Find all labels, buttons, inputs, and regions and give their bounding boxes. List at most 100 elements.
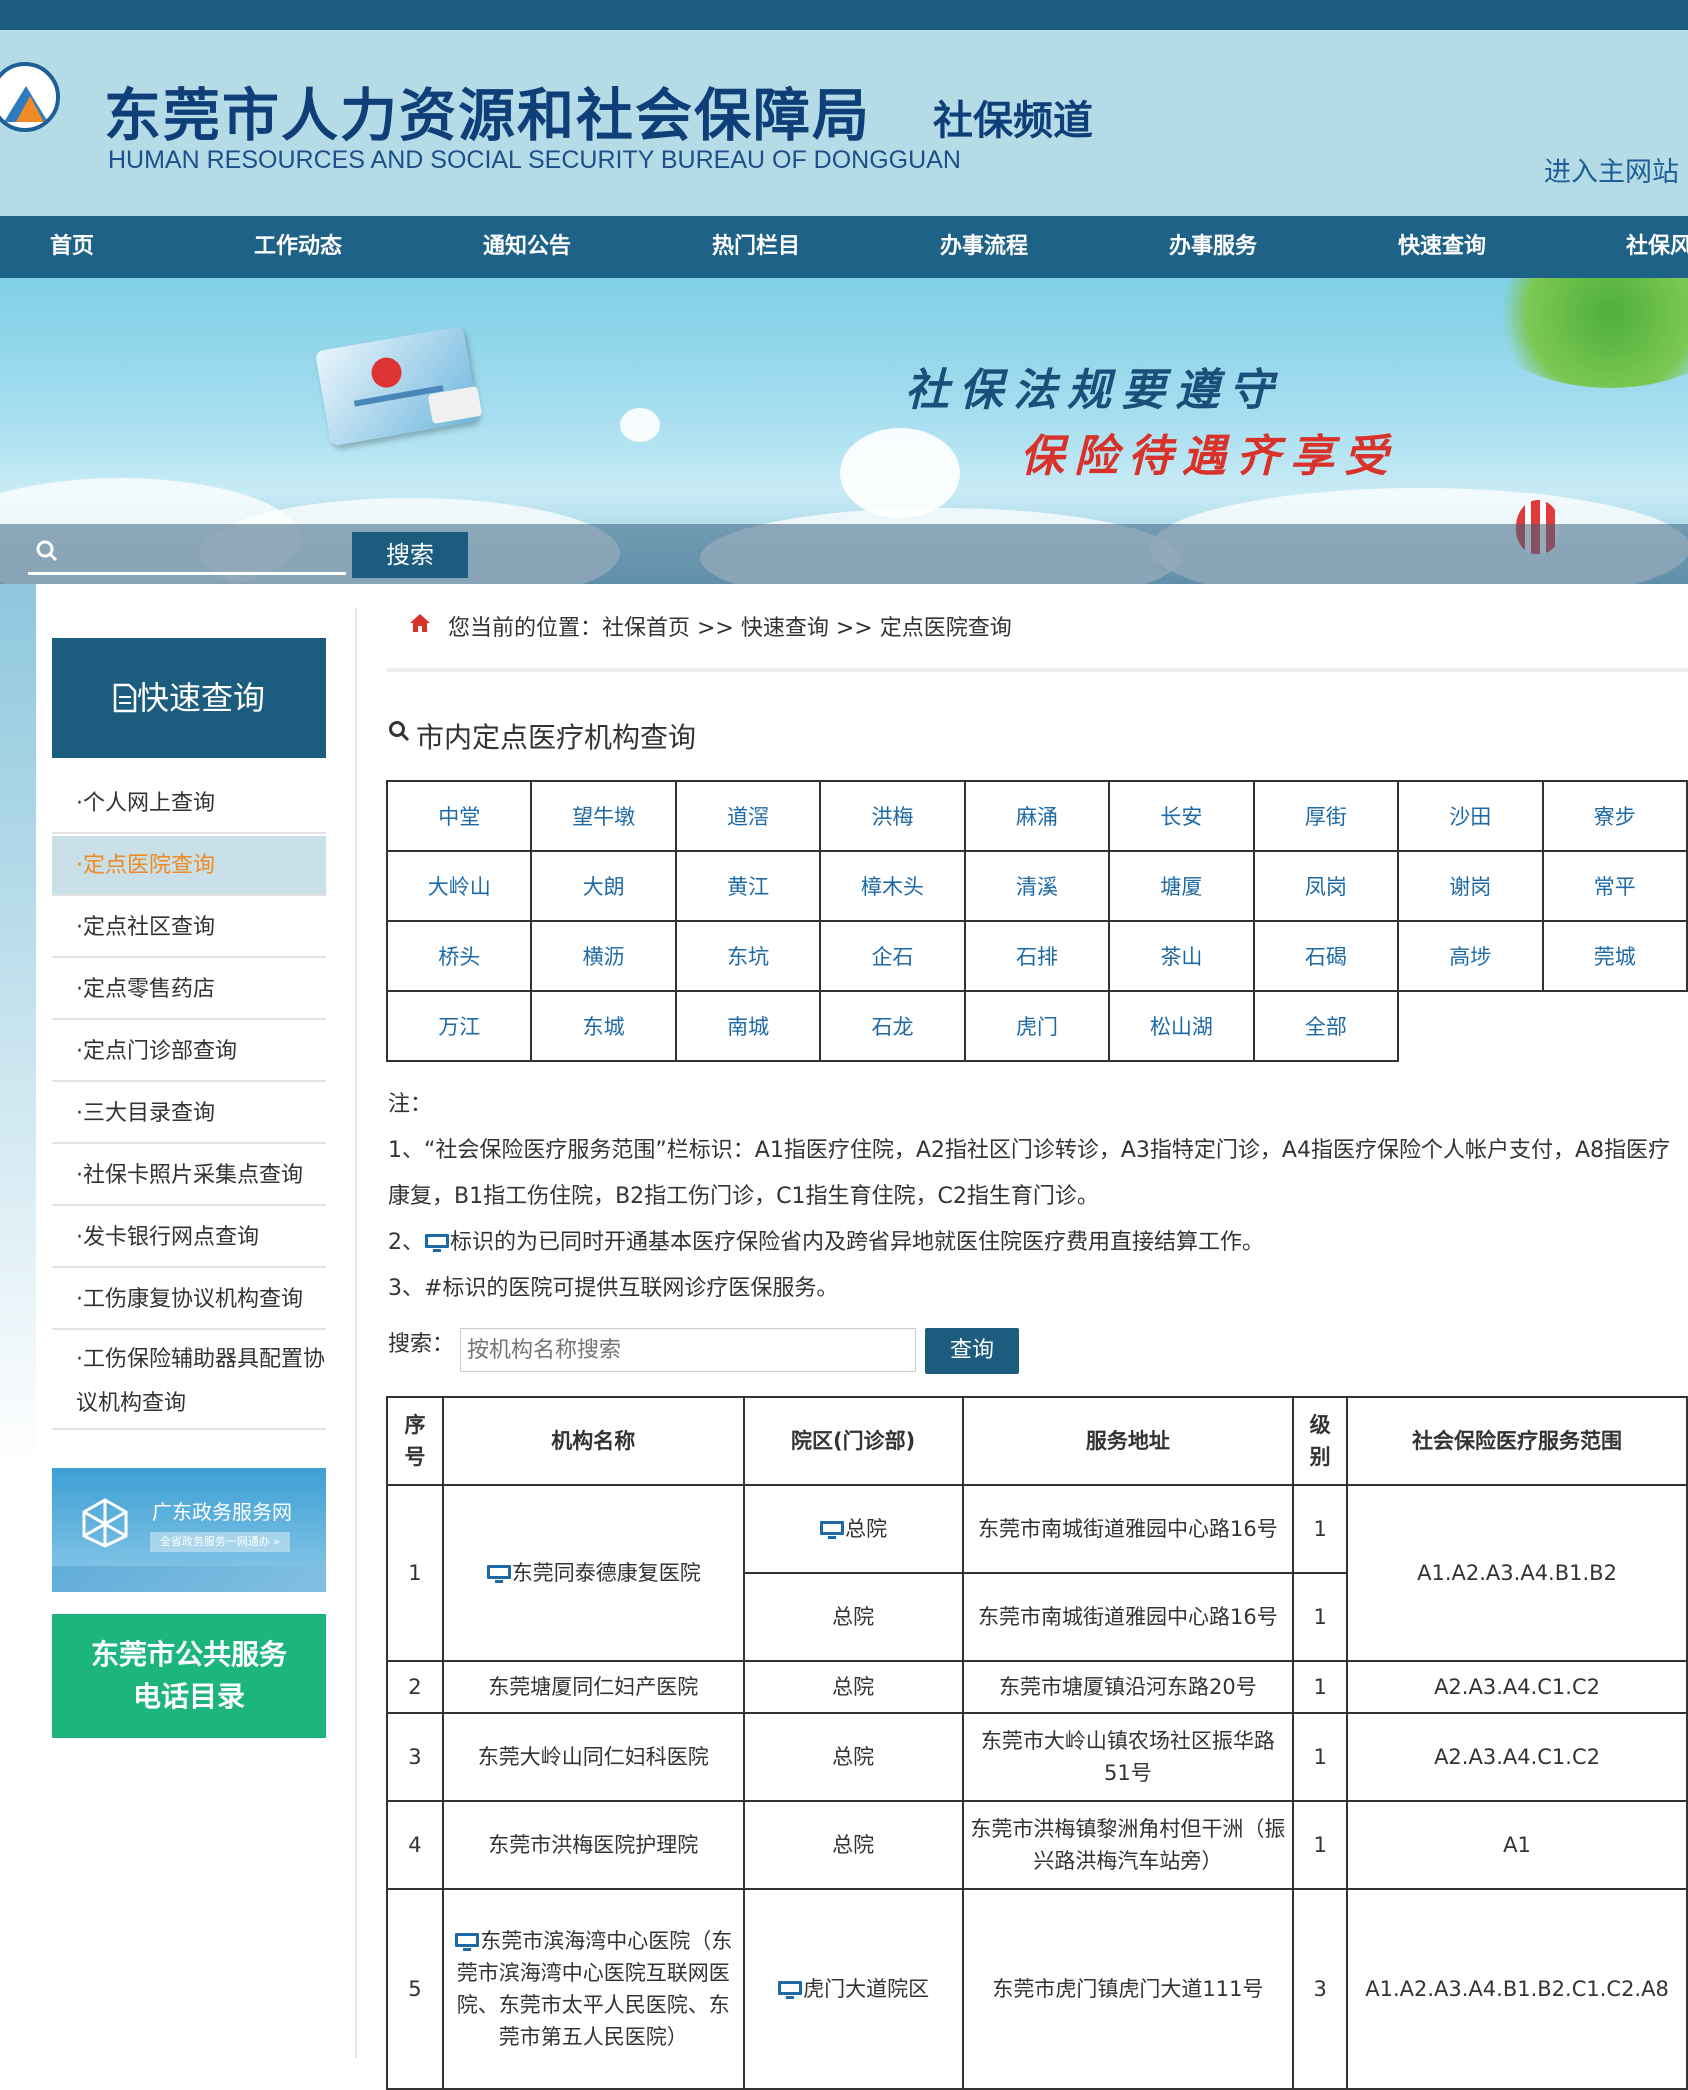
skyline-image	[52, 1566, 326, 1592]
col-header-level: 级别	[1292, 1396, 1349, 1486]
district-link[interactable]: 高埗	[1397, 920, 1544, 992]
public-service-phone-banner[interactable]: 东莞市公共服务 电话目录	[52, 1614, 326, 1738]
cell-level: 1	[1292, 1572, 1349, 1662]
district-link[interactable]: 凤岗	[1252, 850, 1400, 922]
nav-notices[interactable]: 通知公告	[483, 216, 571, 278]
cell-level: 1	[1292, 1800, 1349, 1890]
banner-slogan-1: 社保法规要遵守	[905, 365, 1283, 416]
cell-name: 东莞大岭山同仁妇科医院	[441, 1712, 745, 1802]
gov-service-title: 广东政务服务网	[152, 1500, 292, 1524]
sidebar-item-photo-collection[interactable]: ·社保卡照片采集点查询	[52, 1146, 326, 1206]
district-link[interactable]: 洪梅	[819, 780, 966, 852]
district-link[interactable]: 横沥	[530, 920, 677, 992]
notes: 注： 1、“社会保险医疗服务范围”栏标识：A1指医疗住院，A2指社区门诊转诊，A…	[388, 1082, 1678, 1312]
district-link[interactable]: 麻涌	[963, 780, 1111, 852]
district-link[interactable]: 松山湖	[1108, 990, 1255, 1062]
district-link[interactable]: 塘厦	[1108, 850, 1255, 922]
channel-title: 社保频道	[933, 98, 1093, 144]
notes-label: 注：	[388, 1092, 433, 1117]
campus-name: 总院	[845, 1517, 888, 1541]
sidebar-item-bank-branches[interactable]: ·发卡银行网点查询	[52, 1208, 326, 1268]
district-link[interactable]: 企石	[819, 920, 966, 992]
magnifier-icon	[389, 721, 410, 742]
district-link[interactable]: 寮步	[1541, 780, 1688, 852]
table-row: 5 东莞市滨海湾中心医院（东莞市滨海湾中心医院互联网医院、东莞市太平人民医院、东…	[386, 1888, 1688, 2090]
cell-address: 东莞市大岭山镇农场社区振华路51号	[961, 1712, 1295, 1802]
nav-home[interactable]: 首页	[50, 216, 94, 278]
district-link[interactable]: 桥头	[385, 920, 533, 992]
banner-search-input[interactable]	[28, 572, 346, 575]
nav-process[interactable]: 办事流程	[940, 216, 1028, 278]
note-2-text: 标识的为已同时开通基本医疗保险省内及跨省异地就医住院医疗费用直接结算工作。	[450, 1230, 1265, 1255]
district-link[interactable]: 大朗	[530, 850, 677, 922]
nav-work-news[interactable]: 工作动态	[254, 216, 342, 278]
nav-services[interactable]: 办事服务	[1169, 216, 1257, 278]
district-link[interactable]: 茶山	[1108, 920, 1255, 992]
gov-service-subtitle: 全省政务服务一网通办 »	[150, 1532, 290, 1552]
district-link[interactable]: 莞城	[1541, 920, 1688, 992]
sidebar-item-retail-pharmacy[interactable]: ·定点零售药店	[52, 960, 326, 1020]
institution-name: 东莞同泰德康复医院	[511, 1561, 701, 1585]
district-link[interactable]: 中堂	[385, 780, 533, 852]
district-link[interactable]: 石排	[963, 920, 1111, 992]
nav-quick-query[interactable]: 快速查询	[1398, 216, 1486, 278]
section-title: 市内定点医疗机构查询	[416, 721, 697, 754]
enter-main-site-link[interactable]: 进入主网站	[1544, 150, 1679, 189]
district-link[interactable]: 大岭山	[385, 850, 533, 922]
table-row: 4 东莞市洪梅医院护理院 总院 东莞市洪梅镇黎洲角村但干洲（振兴路洪梅汽车站旁）…	[386, 1800, 1688, 1890]
district-link[interactable]: 石龙	[819, 990, 966, 1062]
district-link[interactable]: 清溪	[963, 850, 1111, 922]
nav-hot-columns[interactable]: 热门栏目	[712, 216, 800, 278]
cell-level: 1	[1292, 1484, 1349, 1574]
gov-service-logo-icon	[82, 1498, 128, 1548]
table-row: 1 东莞同泰德康复医院 总院 东莞市南城街道雅园中心路16号 1 A1.A2.A…	[386, 1484, 1688, 1662]
district-link[interactable]: 全部	[1252, 990, 1400, 1062]
cell-name: 东莞同泰德康复医院	[441, 1484, 745, 1662]
left-decoration	[0, 584, 36, 2058]
sidebar-item-personal-query[interactable]: ·个人网上查询	[52, 774, 326, 834]
note-1: 1、“社会保险医疗服务范围”栏标识：A1指医疗住院，A2指社区门诊转诊，A3指特…	[388, 1138, 1671, 1209]
sidebar-item-designated-hospital[interactable]: ·定点医院查询	[52, 836, 326, 896]
district-link[interactable]: 望牛墩	[530, 780, 677, 852]
query-button[interactable]: 查询	[925, 1328, 1019, 1374]
cell-address: 东莞市虎门镇虎门大道111号	[961, 1888, 1295, 2090]
district-link[interactable]: 厚街	[1252, 780, 1400, 852]
top-strip	[0, 0, 1688, 30]
cell-scope: A2.A3.A4.C1.C2	[1346, 1660, 1688, 1714]
district-link[interactable]: 长安	[1108, 780, 1255, 852]
breadcrumb: 您当前的位置：社保首页 >> 快速查询 >> 定点医院查询	[448, 616, 1012, 641]
monitor-icon	[778, 1981, 803, 1999]
district-link[interactable]: 万江	[385, 990, 533, 1062]
col-header-campus: 院区(门诊部)	[742, 1396, 964, 1486]
district-link[interactable]: 道滘	[674, 780, 822, 852]
institution-search-input[interactable]	[460, 1328, 916, 1372]
cell-campus: 总院	[742, 1484, 964, 1574]
sidebar-item-injury-aids[interactable]: ·工伤保险辅助器具配置协议机构查询	[52, 1334, 326, 1430]
district-link[interactable]: 樟木头	[819, 850, 966, 922]
district-link[interactable]: 黄江	[674, 850, 822, 922]
content-divider	[355, 608, 357, 2058]
sidebar-item-three-catalogs[interactable]: ·三大目录查询	[52, 1084, 326, 1144]
cell-campus: 虎门大道院区	[742, 1888, 964, 2090]
district-link[interactable]: 南城	[674, 990, 822, 1062]
district-link[interactable]: 东城	[530, 990, 677, 1062]
cell-no: 5	[386, 1888, 444, 2090]
sidebar-item-injury-rehab[interactable]: ·工伤康复协议机构查询	[52, 1270, 326, 1330]
district-link[interactable]: 沙田	[1397, 780, 1544, 852]
district-link[interactable]: 常平	[1541, 850, 1688, 922]
breadcrumb-divider	[387, 668, 1688, 672]
guangdong-gov-service-banner[interactable]: 广东政务服务网 全省政务服务一网通办 »	[52, 1468, 326, 1592]
sidebar-item-clinic[interactable]: ·定点门诊部查询	[52, 1022, 326, 1082]
nav-social-insurance[interactable]: 社保风	[1626, 216, 1688, 278]
cell-address: 东莞市南城街道雅园中心路16号	[961, 1484, 1295, 1574]
sidebar-item-designated-community[interactable]: ·定点社区查询	[52, 898, 326, 958]
main-nav: 首页 工作动态 通知公告 热门栏目 办事流程 办事服务 快速查询 社保风	[0, 216, 1688, 278]
note-3: 3、#标识的医院可提供互联网诊疗医保服务。	[388, 1276, 839, 1301]
site-title-en: HUMAN RESOURCES AND SOCIAL SECURITY BURE…	[108, 146, 961, 174]
banner-search-button[interactable]: 搜索	[352, 532, 468, 578]
district-link[interactable]: 东坑	[674, 920, 822, 992]
district-link[interactable]: 谢岗	[1397, 850, 1544, 922]
district-link[interactable]: 石碣	[1252, 920, 1400, 992]
district-link[interactable]: 虎门	[963, 990, 1111, 1062]
col-header-name: 机构名称	[441, 1396, 745, 1486]
